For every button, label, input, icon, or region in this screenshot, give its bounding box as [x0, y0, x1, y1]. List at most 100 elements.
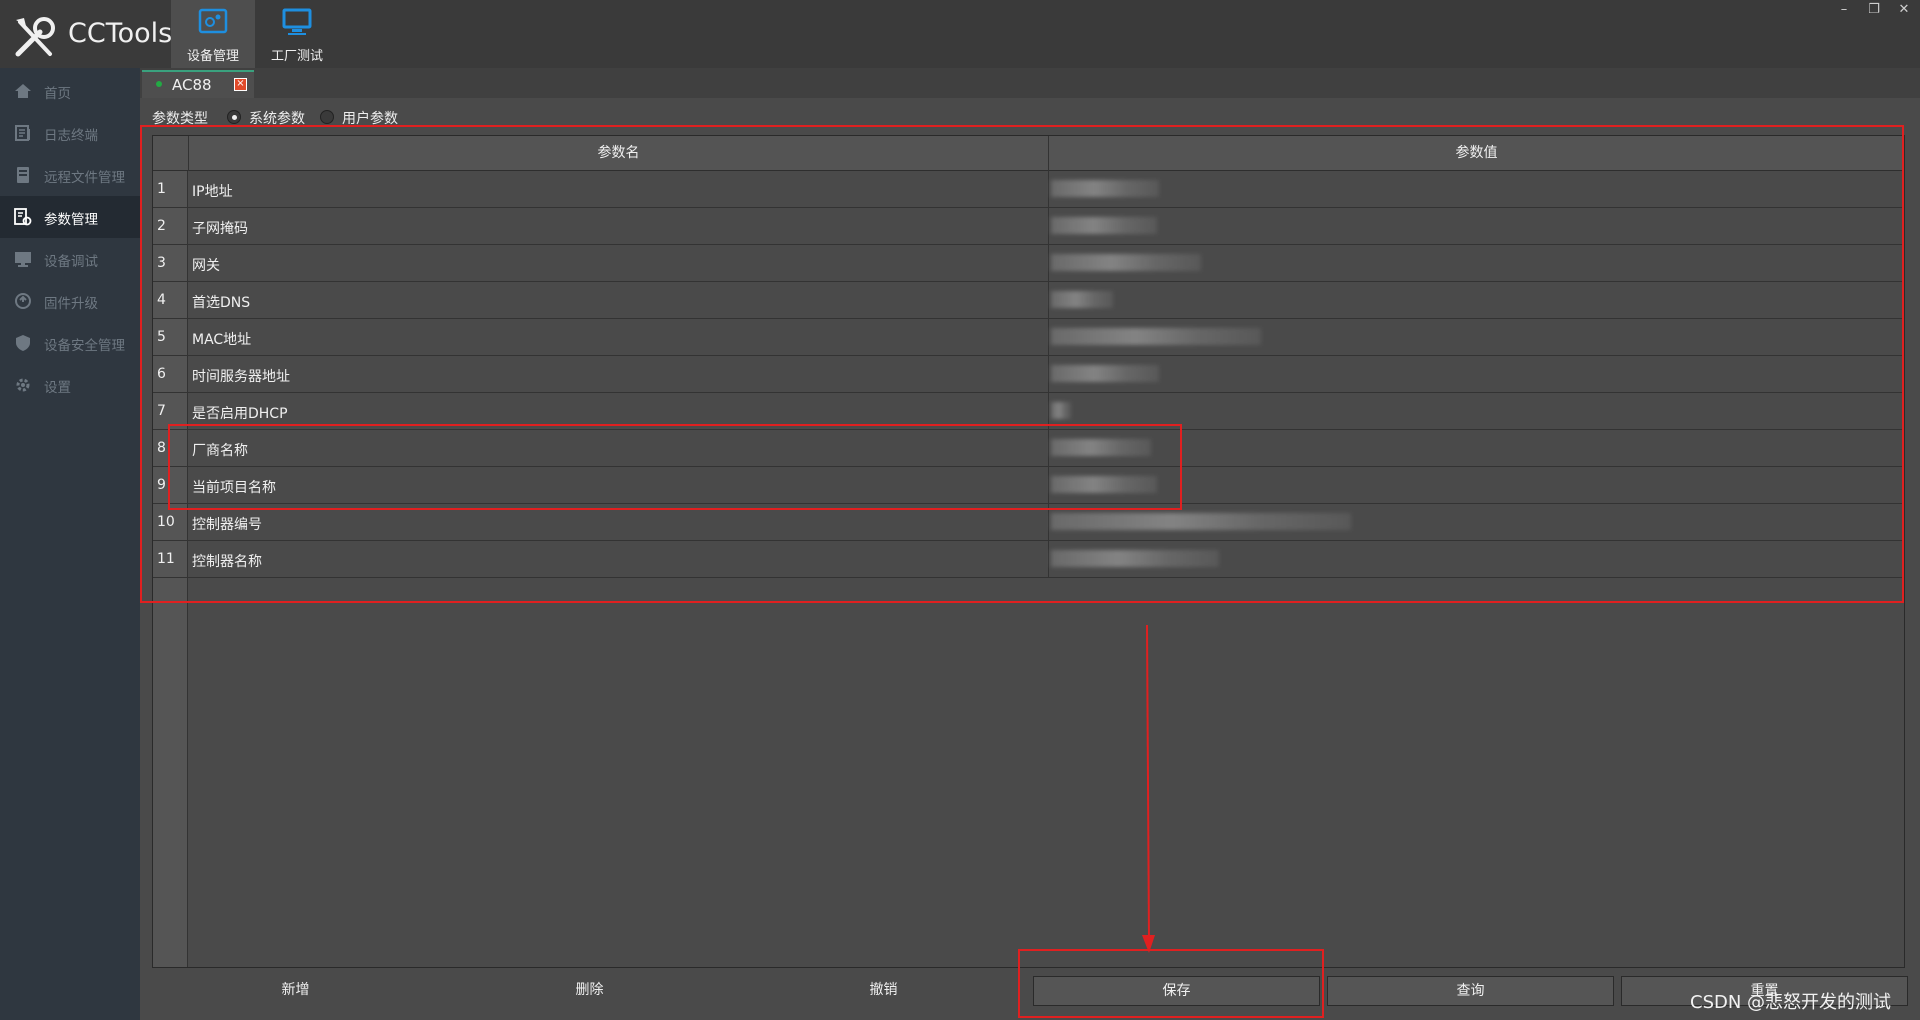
table-row[interactable]: 3 网关: [153, 245, 1904, 282]
param-name-cell[interactable]: MAC地址: [192, 329, 251, 349]
param-name-cell[interactable]: 子网掩码: [192, 218, 248, 238]
redacted-value: [1051, 550, 1219, 567]
row-index: 3: [157, 255, 166, 271]
home-icon: [15, 84, 31, 98]
column-header-name[interactable]: 参数名: [188, 136, 1048, 171]
column-header-value[interactable]: 参数值: [1048, 136, 1904, 171]
module-tab-factory-test[interactable]: 工厂测试: [255, 0, 339, 68]
file-icon: [17, 167, 29, 183]
param-value-cell[interactable]: [1048, 393, 1904, 429]
params-table: 参数名 参数值 1 IP地址 2 子网掩码 3 网关 4 首选DNS 5 MAC…: [152, 135, 1905, 968]
sidebar-item-label: 设备调试: [44, 254, 98, 270]
sidebar-item-label: 固件升级: [44, 296, 98, 312]
sidebar-item-label: 参数管理: [44, 212, 98, 228]
sidebar-item-label: 首页: [44, 86, 71, 102]
table-header: 参数名 参数值: [153, 136, 1904, 171]
debug-monitor-icon: [15, 252, 31, 267]
sidebar-item-label: 设备安全管理: [44, 338, 125, 354]
sidebar-item-home[interactable]: 首页: [0, 70, 140, 112]
document-tab-label: AC88: [172, 76, 212, 94]
row-index: 11: [157, 551, 175, 567]
row-index: 7: [157, 403, 166, 419]
table-row[interactable]: 2 子网掩码: [153, 208, 1904, 245]
table-row[interactable]: 1 IP地址: [153, 171, 1904, 208]
table-row[interactable]: 4 首选DNS: [153, 282, 1904, 319]
user-params-label[interactable]: 用户参数: [342, 108, 398, 128]
param-value-cell[interactable]: [1048, 282, 1904, 318]
table-row[interactable]: 9 当前项目名称: [153, 467, 1904, 504]
param-name-cell[interactable]: 网关: [192, 255, 220, 275]
document-tab-ac88[interactable]: AC88 ×: [142, 70, 254, 98]
table-row[interactable]: 5 MAC地址: [153, 319, 1904, 356]
table-row[interactable]: 6 时间服务器地址: [153, 356, 1904, 393]
param-settings-icon: [14, 208, 32, 226]
monitor-icon: [282, 8, 312, 35]
row-index: 6: [157, 366, 166, 382]
query-button[interactable]: 查询: [1327, 976, 1614, 1006]
undo-button[interactable]: 撤销: [740, 976, 1027, 1006]
module-tab-device-manage[interactable]: 设备管理: [171, 0, 255, 68]
param-name-cell[interactable]: 控制器名称: [192, 551, 262, 571]
row-index: 8: [157, 440, 166, 456]
gear-icon: [16, 378, 30, 392]
param-value-cell[interactable]: [1048, 319, 1904, 355]
param-name-cell[interactable]: 首选DNS: [192, 292, 250, 312]
redacted-value: [1051, 217, 1157, 234]
sidebar-item-remote-files[interactable]: 远程文件管理: [0, 154, 140, 196]
restore-button[interactable]: ❐: [1864, 2, 1884, 17]
add-button[interactable]: 新增: [152, 976, 439, 1006]
system-params-radio[interactable]: [227, 110, 241, 124]
sidebar-item-param-manage[interactable]: 参数管理: [0, 196, 140, 238]
app-title: CCTools: [68, 18, 173, 49]
param-value-cell[interactable]: [1048, 504, 1904, 540]
save-button[interactable]: 保存: [1033, 976, 1320, 1006]
redacted-value: [1051, 291, 1113, 308]
param-name-cell[interactable]: 厂商名称: [192, 440, 248, 460]
param-value-cell[interactable]: [1048, 467, 1904, 503]
param-value-cell[interactable]: [1048, 245, 1904, 281]
table-row[interactable]: 10 控制器编号: [153, 504, 1904, 541]
log-terminal-icon: [15, 125, 30, 141]
param-value-cell[interactable]: [1048, 171, 1904, 207]
minimize-button[interactable]: –: [1834, 2, 1854, 17]
param-type-label: 参数类型: [152, 111, 208, 127]
param-value-cell[interactable]: [1048, 541, 1904, 577]
table-row[interactable]: 7 是否启用DHCP: [153, 393, 1904, 430]
param-name-cell[interactable]: 是否启用DHCP: [192, 403, 288, 423]
redacted-value: [1051, 402, 1071, 419]
sidebar-item-label: 日志终端: [44, 128, 98, 144]
param-value-cell[interactable]: [1048, 430, 1904, 466]
tools-logo-icon: [15, 17, 55, 57]
system-params-label[interactable]: 系统参数: [249, 108, 305, 128]
param-name-cell[interactable]: IP地址: [192, 181, 233, 201]
table-row[interactable]: 11 控制器名称: [153, 541, 1904, 578]
param-name-cell[interactable]: 时间服务器地址: [192, 366, 290, 386]
param-name-cell[interactable]: 控制器编号: [192, 514, 262, 534]
redacted-value: [1051, 180, 1159, 197]
param-value-cell[interactable]: [1048, 208, 1904, 244]
row-index: 9: [157, 477, 166, 493]
close-button[interactable]: ✕: [1894, 2, 1914, 17]
redacted-value: [1051, 439, 1151, 456]
row-index: 1: [157, 181, 166, 197]
tab-close-icon[interactable]: ×: [234, 78, 247, 91]
user-params-radio[interactable]: [320, 110, 334, 124]
shield-icon: [16, 335, 30, 351]
delete-button[interactable]: 删除: [446, 976, 733, 1006]
sidebar-item-security[interactable]: 设备安全管理: [0, 322, 140, 364]
sidebar: 首页 日志终端 远程文件管理 参数管理 设备调试 固件升级 设备安全管理 设置: [0, 68, 140, 1020]
watermark: CSDN @悲怒开发的测试: [1690, 992, 1892, 1013]
row-index: 5: [157, 329, 166, 345]
sidebar-item-firmware-upgrade[interactable]: 固件升级: [0, 280, 140, 322]
annotation-arrow-icon: [1142, 625, 1155, 953]
param-name-cell[interactable]: 当前项目名称: [192, 477, 276, 497]
table-row[interactable]: 8 厂商名称: [153, 430, 1904, 467]
upgrade-icon: [15, 293, 31, 309]
param-value-cell[interactable]: [1048, 356, 1904, 392]
redacted-value: [1051, 365, 1159, 382]
sidebar-item-device-debug[interactable]: 设备调试: [0, 238, 140, 280]
sidebar-item-settings[interactable]: 设置: [0, 364, 140, 406]
redacted-value: [1051, 328, 1261, 345]
sidebar-item-log-terminal[interactable]: 日志终端: [0, 112, 140, 154]
top-bar: CCTools 设备管理 工厂测试 – ❐ ✕: [0, 0, 1920, 68]
